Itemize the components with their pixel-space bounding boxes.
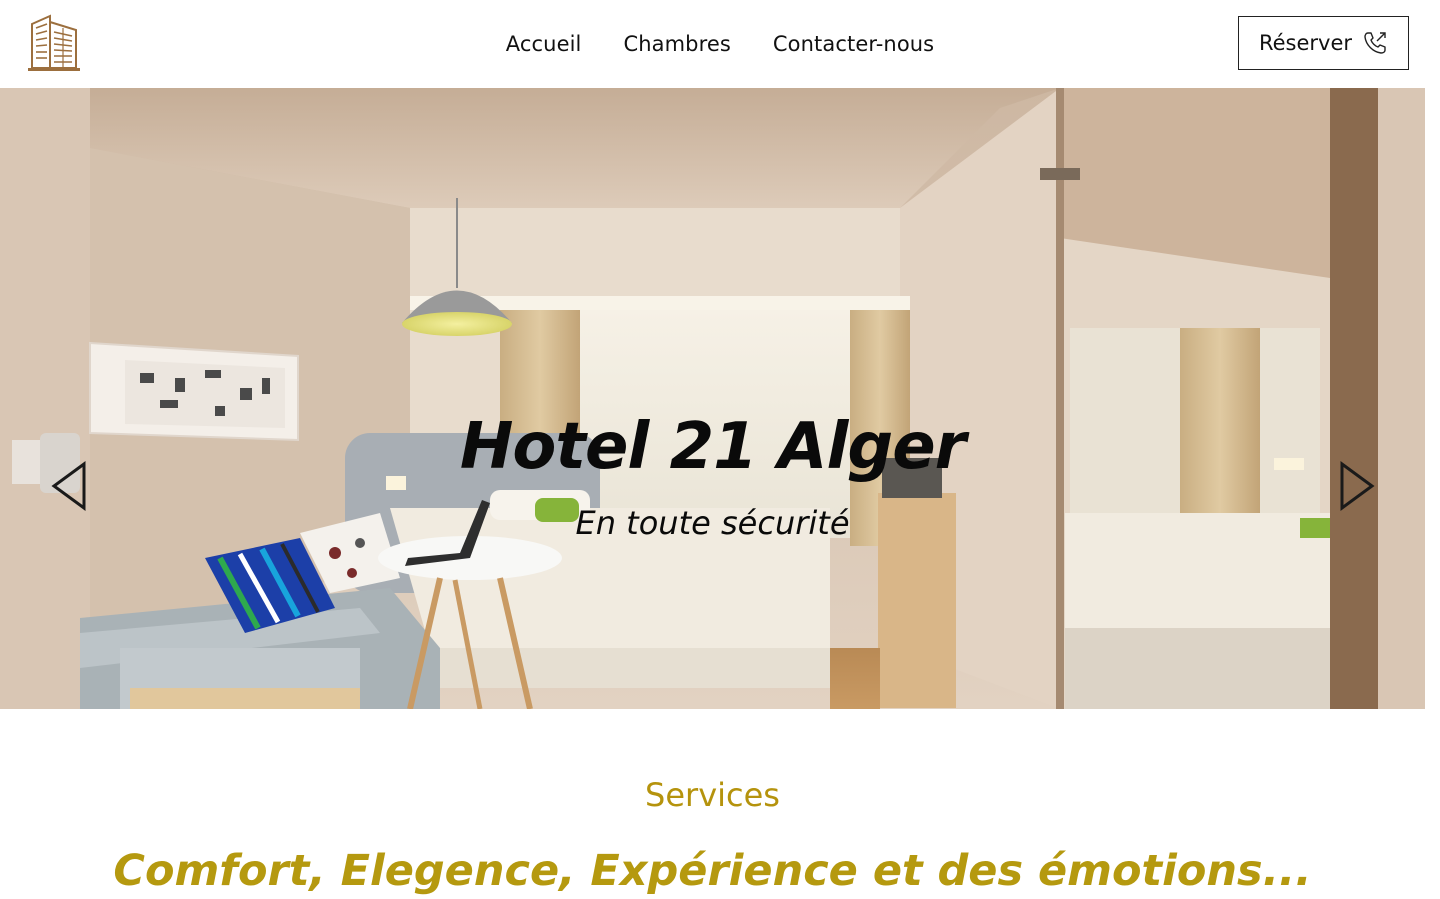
triangle-right-icon[interactable] (1336, 460, 1376, 512)
reserve-button[interactable]: Réserver (1238, 16, 1409, 70)
hotel-room-photo (0, 88, 1425, 709)
triangle-left-icon[interactable] (50, 460, 90, 512)
reserve-button-label: Réserver (1258, 31, 1353, 55)
site-header: Accueil Chambres Contacter-nous Réserver (0, 0, 1440, 88)
hero-title: Hotel 21 Alger (459, 410, 966, 484)
phone-outgoing-icon (1362, 30, 1388, 56)
hero-subtitle: En toute sécurité (575, 504, 850, 542)
hero-slider: Hotel 21 Alger En toute sécurité (0, 88, 1425, 709)
nav-link-accueil[interactable]: Accueil (506, 32, 582, 56)
nav-link-contact[interactable]: Contacter-nous (773, 32, 934, 56)
main-nav: Accueil Chambres Contacter-nous (0, 0, 1440, 88)
page-gutter (1425, 88, 1440, 899)
hotel-building-icon[interactable] (26, 14, 82, 72)
services-section-label: Services (645, 776, 780, 814)
services-headline: Comfort, Elegence, Expérience et des émo… (113, 846, 1312, 896)
nav-link-chambres[interactable]: Chambres (623, 32, 730, 56)
